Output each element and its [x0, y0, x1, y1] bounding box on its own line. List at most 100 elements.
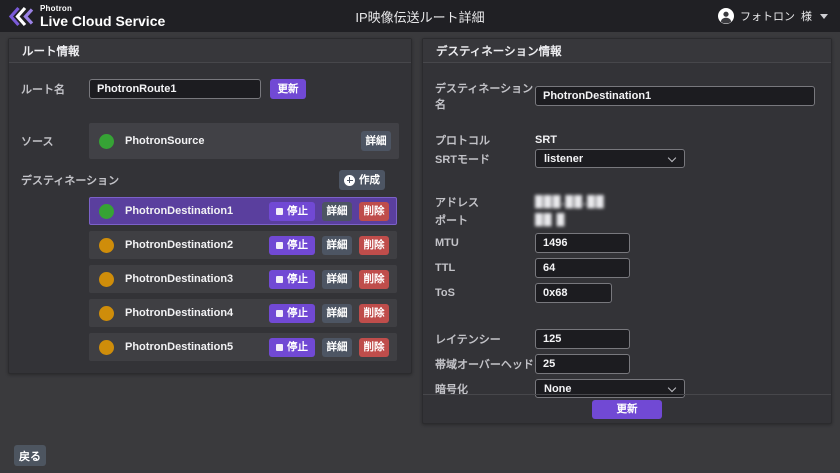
- destination-info-panel-header: デスティネーション情報: [423, 39, 831, 63]
- ttl-row: TTL: [435, 258, 819, 278]
- latency-row: レイテンシー: [435, 329, 819, 349]
- destination-name: PhotronDestination2: [125, 239, 233, 251]
- srt-mode-label: SRTモード: [435, 151, 535, 167]
- plus-icon: [344, 175, 355, 186]
- destination-name-input[interactable]: [535, 86, 815, 106]
- destination-name-row: デスティネーション名: [435, 80, 819, 112]
- latency-label: レイテンシー: [435, 331, 535, 347]
- mtu-input[interactable]: [535, 233, 630, 253]
- route-name-row: ルート名 更新: [21, 79, 399, 99]
- destination-update-button[interactable]: 更新: [592, 400, 662, 419]
- status-dot: [99, 238, 114, 253]
- status-dot: [99, 340, 114, 355]
- destination-name: PhotronDestination5: [125, 341, 233, 353]
- destination-info-panel: デスティネーション情報 デスティネーション名 プロトコル SRT SRTモード …: [422, 38, 832, 424]
- delete-button[interactable]: 削除: [359, 236, 389, 255]
- protocol-row: プロトコル SRT: [435, 133, 819, 147]
- protocol-label: プロトコル: [435, 132, 535, 148]
- source-name: PhotronSource: [125, 135, 204, 147]
- user-name: フォトロン: [740, 8, 795, 24]
- stop-button[interactable]: 停止: [269, 304, 315, 323]
- destination-row-1[interactable]: PhotronDestination1 停止 詳細 削除: [89, 197, 397, 225]
- source-label: ソース: [21, 133, 89, 149]
- user-menu-caret-icon: [820, 14, 828, 19]
- source-item: PhotronSource 詳細: [89, 123, 399, 159]
- stop-button-label: 停止: [287, 206, 308, 217]
- detail-button[interactable]: 詳細: [322, 202, 352, 221]
- status-dot: [99, 204, 114, 219]
- stop-button[interactable]: 停止: [269, 236, 315, 255]
- detail-button[interactable]: 詳細: [322, 304, 352, 323]
- route-info-title: ルート情報: [22, 43, 80, 59]
- tos-input[interactable]: [535, 283, 612, 303]
- destination-row-4[interactable]: PhotronDestination4 停止 詳細 削除: [89, 299, 397, 327]
- latency-input[interactable]: [535, 329, 630, 349]
- destination-name: PhotronDestination3: [125, 273, 233, 285]
- stop-button-label: 停止: [287, 342, 308, 353]
- destination-info-title: デスティネーション情報: [436, 43, 562, 59]
- status-dot: [99, 272, 114, 287]
- brand-product: Live Cloud Service: [40, 14, 165, 28]
- delete-button[interactable]: 削除: [359, 304, 389, 323]
- topbar: Photron Live Cloud Service IP映像伝送ルート詳細 フ…: [0, 0, 840, 32]
- source-status-dot: [99, 134, 114, 149]
- address-value: ███.██.██: [535, 196, 605, 208]
- delete-button[interactable]: 削除: [359, 270, 389, 289]
- brand[interactable]: Photron Live Cloud Service: [8, 5, 165, 28]
- destination-name-label: デスティネーション名: [435, 80, 535, 112]
- brand-name: Photron: [40, 5, 165, 13]
- ttl-input[interactable]: [535, 258, 630, 278]
- encryption-value: None: [544, 383, 572, 395]
- destination-list-header: デスティネーション 作成: [21, 169, 399, 191]
- tos-row: ToS: [435, 283, 819, 303]
- user-suffix: 様: [801, 8, 812, 24]
- chevron-down-icon: [668, 154, 676, 162]
- user-menu[interactable]: フォトロン 様: [718, 0, 828, 32]
- mtu-label: MTU: [435, 237, 535, 249]
- srt-mode-select[interactable]: listener: [535, 149, 685, 168]
- srt-mode-row: SRTモード listener: [435, 149, 819, 168]
- port-label: ポート: [435, 212, 535, 228]
- destination-row-5[interactable]: PhotronDestination5 停止 詳細 削除: [89, 333, 397, 361]
- stop-icon: [276, 276, 283, 283]
- stop-button[interactable]: 停止: [269, 270, 315, 289]
- stop-button[interactable]: 停止: [269, 202, 315, 221]
- delete-button[interactable]: 削除: [359, 338, 389, 357]
- destination-create-button[interactable]: 作成: [339, 170, 385, 190]
- stop-button-label: 停止: [287, 308, 308, 319]
- destination-row-3[interactable]: PhotronDestination3 停止 詳細 削除: [89, 265, 397, 293]
- destination-panel-footer: 更新: [423, 394, 831, 423]
- stop-icon: [276, 208, 283, 215]
- srt-mode-value: listener: [544, 153, 583, 165]
- protocol-value: SRT: [535, 134, 557, 146]
- stop-button[interactable]: 停止: [269, 338, 315, 357]
- overhead-label: 帯域オーバーヘッド: [435, 356, 535, 372]
- delete-button[interactable]: 削除: [359, 202, 389, 221]
- overhead-row: 帯域オーバーヘッド: [435, 354, 819, 374]
- destination-name: PhotronDestination1: [125, 205, 233, 217]
- stop-button-label: 停止: [287, 274, 308, 285]
- status-dot: [99, 306, 114, 321]
- address-row: アドレス ███.██.██: [435, 195, 819, 209]
- port-row: ポート ██ █: [435, 213, 819, 227]
- route-name-input[interactable]: [89, 79, 261, 99]
- detail-button[interactable]: 詳細: [322, 236, 352, 255]
- mtu-row: MTU: [435, 233, 819, 253]
- detail-button[interactable]: 詳細: [322, 338, 352, 357]
- source-row: ソース PhotronSource 詳細: [21, 123, 399, 159]
- route-name-update-button[interactable]: 更新: [270, 79, 306, 99]
- stop-button-label: 停止: [287, 240, 308, 251]
- brand-logo-icon: [8, 6, 35, 27]
- overhead-input[interactable]: [535, 354, 630, 374]
- create-button-label: 作成: [359, 175, 380, 186]
- destination-list: PhotronDestination1 停止 詳細 削除 PhotronDest…: [89, 197, 397, 361]
- ttl-label: TTL: [435, 262, 535, 274]
- destination-name: PhotronDestination4: [125, 307, 233, 319]
- destination-row-2[interactable]: PhotronDestination2 停止 詳細 削除: [89, 231, 397, 259]
- route-name-label: ルート名: [21, 81, 89, 97]
- detail-button[interactable]: 詳細: [322, 270, 352, 289]
- back-button[interactable]: 戻る: [14, 445, 46, 466]
- source-detail-button[interactable]: 詳細: [361, 131, 391, 151]
- route-info-panel-header: ルート情報: [9, 39, 411, 63]
- user-avatar-icon: [718, 8, 734, 24]
